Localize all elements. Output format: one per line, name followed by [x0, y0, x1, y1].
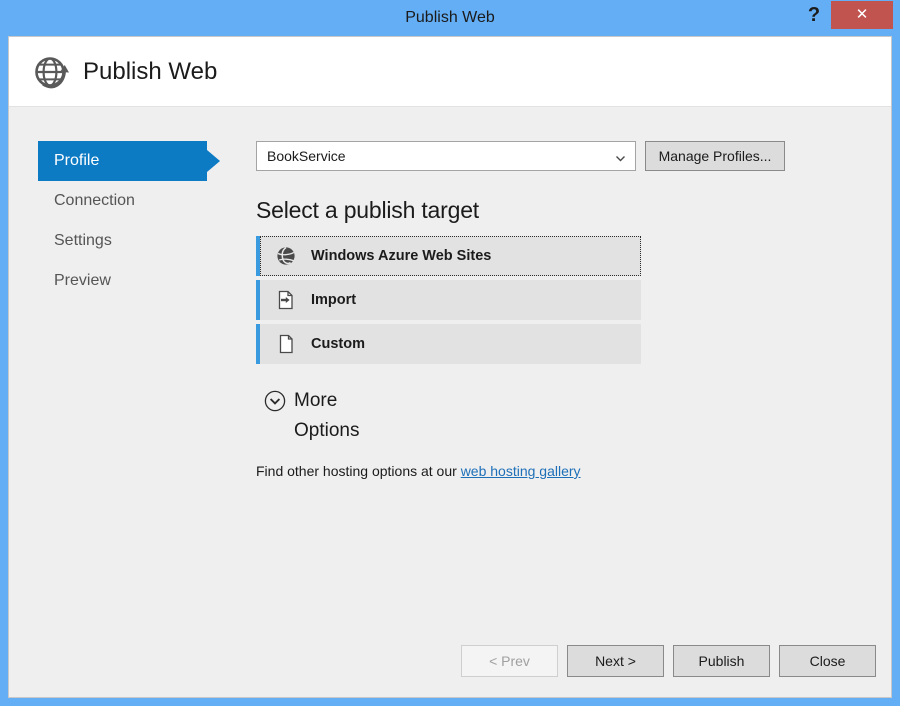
- select-publish-target-heading: Select a publish target: [256, 197, 876, 224]
- hosting-options-text: Find other hosting options at our: [256, 463, 461, 479]
- sidebar-item-settings[interactable]: Settings: [38, 221, 228, 261]
- target-item-custom[interactable]: Custom: [256, 324, 641, 364]
- page-title: Publish Web: [83, 51, 217, 93]
- document-blank-icon: [276, 334, 296, 354]
- publish-target-list: Windows Azure Web Sites Import: [256, 236, 641, 364]
- document-import-icon: [276, 290, 296, 310]
- next-button[interactable]: Next >: [567, 645, 664, 677]
- profile-row: BookService Manage Profiles...: [256, 141, 876, 171]
- window-title: Publish Web: [0, 0, 900, 36]
- more-options-label: More Options: [294, 386, 359, 416]
- circled-chevron-down-icon: [264, 390, 286, 412]
- dialog-body: Publish Web Profile Connection Settings …: [8, 36, 892, 698]
- sidebar-item-label: Profile: [54, 152, 99, 169]
- publish-button[interactable]: Publish: [673, 645, 770, 677]
- target-item-label: Windows Azure Web Sites: [311, 236, 491, 276]
- hosting-options-line: Find other hosting options at our web ho…: [256, 463, 876, 479]
- chevron-down-icon: [615, 151, 626, 162]
- dialog-header: Publish Web: [9, 37, 891, 107]
- target-item-import[interactable]: Import: [256, 280, 641, 320]
- target-item-label: Custom: [311, 324, 365, 364]
- manage-profiles-button[interactable]: Manage Profiles...: [645, 141, 785, 171]
- web-hosting-gallery-link[interactable]: web hosting gallery: [461, 463, 581, 479]
- globe-publish-icon: [31, 51, 73, 93]
- sidebar-item-profile[interactable]: Profile: [38, 141, 207, 181]
- sidebar-item-label: Settings: [54, 232, 112, 249]
- target-item-windows-azure-web-sites[interactable]: Windows Azure Web Sites: [256, 236, 641, 276]
- item-accent-bar: [256, 324, 260, 364]
- active-step-arrow: [207, 150, 220, 172]
- sidebar-item-label: Connection: [54, 192, 135, 209]
- sidebar-item-preview[interactable]: Preview: [38, 261, 228, 301]
- main-pane: BookService Manage Profiles... Select a …: [256, 141, 876, 479]
- title-bar: Publish Web ? ✕: [0, 0, 900, 36]
- help-button[interactable]: ?: [796, 0, 832, 30]
- close-button[interactable]: Close: [779, 645, 876, 677]
- prev-button[interactable]: < Prev: [461, 645, 558, 677]
- target-item-label: Import: [311, 280, 356, 320]
- sidebar-item-connection[interactable]: Connection: [38, 181, 228, 221]
- globe-azure-icon: [276, 246, 296, 266]
- dialog-footer: < Prev Next > Publish Close: [9, 645, 891, 677]
- wizard-steps-nav: Profile Connection Settings Preview: [38, 141, 228, 301]
- publish-web-window: Publish Web ? ✕ Publish Web: [0, 0, 900, 706]
- close-window-button[interactable]: ✕: [831, 1, 893, 29]
- profile-select[interactable]: BookService: [256, 141, 636, 171]
- profile-selected-value: BookService: [267, 142, 346, 170]
- sidebar-item-label: Preview: [54, 272, 111, 289]
- item-accent-bar: [256, 280, 260, 320]
